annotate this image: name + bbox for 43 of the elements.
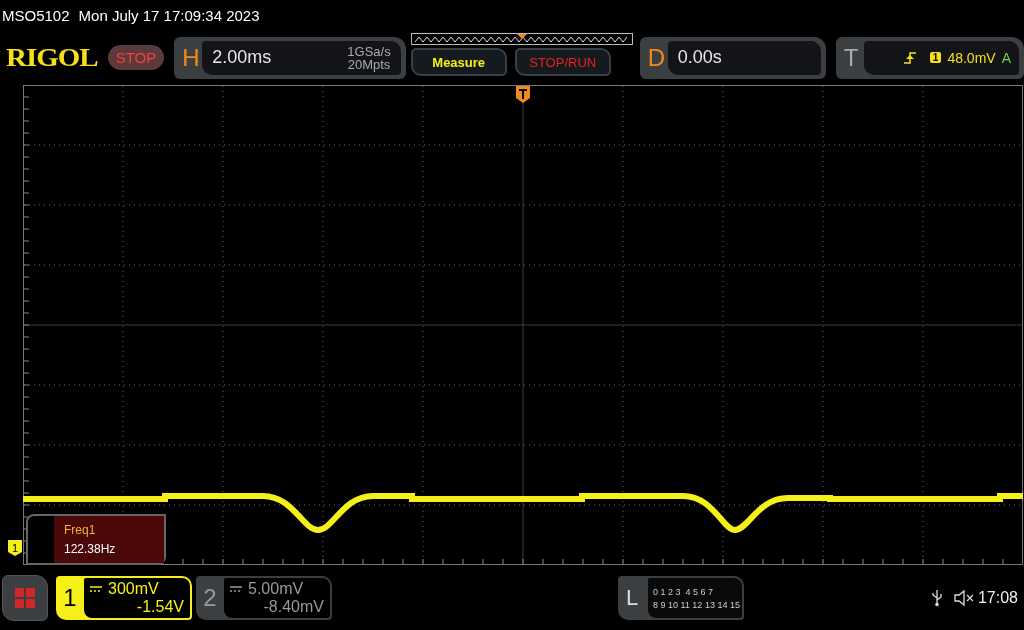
- usb-icon: [931, 589, 942, 607]
- vertical-scale: 5.00mV: [248, 580, 304, 598]
- channel-number: 1: [62, 583, 78, 613]
- vertical-offset: -1.54V: [136, 598, 184, 616]
- dc-coupling-icon: [230, 586, 242, 592]
- logic-channels: 8 9 10 11 12 13 14 15: [653, 599, 741, 610]
- logic-label: L: [624, 584, 640, 612]
- delay-label: D: [647, 43, 667, 72]
- delay-value: 0.00s: [677, 47, 722, 68]
- vertical-offset: -8.40mV: [263, 598, 324, 616]
- grid-icon: [14, 587, 36, 609]
- horizontal-panel[interactable]: H 2.00ms 1GSa/s 20Mpts: [174, 36, 406, 79]
- run-state-indicator: STOP: [107, 45, 165, 70]
- toolbar-button[interactable]: Measure: [410, 48, 507, 76]
- logic-panel[interactable]: L 0 1 2 3 4 5 6 7 8 9 10 11 12 13 14 15: [618, 576, 744, 620]
- channel-panel[interactable]: 1 300mV -1.54V: [56, 576, 192, 620]
- speaker-muted-icon: [953, 590, 974, 606]
- memory-depth: 20Mpts: [347, 57, 391, 71]
- trigger-position-marker[interactable]: [516, 86, 530, 103]
- channel-offset-marker[interactable]: 1: [8, 540, 22, 556]
- menu-button[interactable]: [2, 575, 48, 621]
- trigger-source: 1: [929, 52, 942, 63]
- channel-panel[interactable]: 2 5.00mV -8.40mV: [196, 576, 332, 620]
- vertical-scale: 300mV: [108, 580, 159, 598]
- brand-logo: RIGOL: [6, 42, 98, 73]
- trigger-label: T: [843, 43, 860, 72]
- logic-channels: 0 1 2 3 4 5 6 7: [653, 586, 715, 597]
- date-time: Mon July 17 17:09:34 2023: [78, 6, 260, 24]
- trigger-level: 48.0mV: [947, 49, 996, 66]
- rising-edge-icon: [903, 51, 916, 64]
- channel-number: 2: [202, 583, 218, 613]
- trigger-mode: A: [1001, 49, 1011, 66]
- model-name: MSO5102: [2, 6, 70, 24]
- timebase-value: 2.00ms: [212, 47, 272, 68]
- delay-panel[interactable]: D 0.00s: [639, 36, 826, 79]
- measurement-name: Freq1: [64, 523, 97, 537]
- sample-rate: 1GSa/s: [347, 44, 391, 58]
- dc-coupling-icon: [90, 586, 102, 592]
- trigger-panel[interactable]: T 1 48.0mV A: [835, 36, 1024, 79]
- clock-time: 17:08: [977, 589, 1018, 607]
- horizontal-label: H: [182, 43, 201, 72]
- measurement-value: 122.38Hz: [64, 542, 117, 556]
- toolbar-button[interactable]: STOP/RUN: [514, 48, 611, 76]
